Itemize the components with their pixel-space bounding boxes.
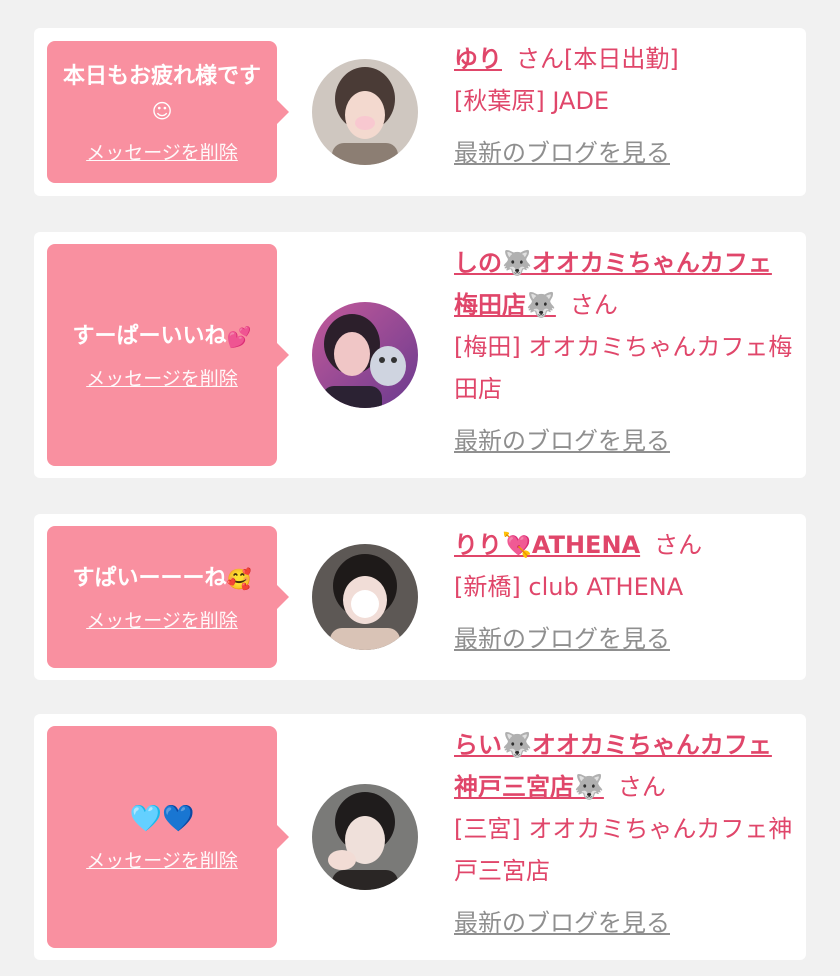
avatar[interactable]: [312, 544, 418, 650]
cast-name-link[interactable]: らい🐺オオカミちゃんカフェ神戸三宮店🐺: [454, 731, 772, 801]
shop-name: JADE: [552, 87, 610, 115]
message-bubble: 🩵💙 メッセージを削除: [47, 726, 289, 948]
avatar[interactable]: [312, 784, 418, 890]
cast-name-link[interactable]: ゆり: [454, 45, 502, 73]
cast-info: りり💘ATHENA さん [新橋] club ATHENA 最新のブログを見る: [454, 524, 794, 660]
area-label: [梅田]: [454, 333, 521, 361]
smiling-face-hearts-icon: 🥰: [226, 566, 252, 591]
latest-blog-link[interactable]: 最新のブログを見る: [454, 132, 670, 174]
message-text: 🩵💙: [130, 802, 195, 836]
message-card: 本日もお疲れ様です☺ メッセージを削除 ゆり さん[本日出勤] [秋葉原] JAD…: [34, 28, 806, 196]
delete-message-link[interactable]: メッセージを削除: [86, 138, 238, 165]
message-bubble: すーぱーいいね💕 メッセージを削除: [47, 244, 289, 466]
delete-message-link[interactable]: メッセージを削除: [86, 364, 238, 391]
message-text: 本日もお疲れ様です☺: [57, 60, 267, 128]
avatar[interactable]: [312, 302, 418, 408]
hearts-icon: 💕: [226, 324, 252, 349]
shop-name: club ATHENA: [528, 573, 684, 601]
avatar[interactable]: [312, 59, 418, 165]
latest-blog-link[interactable]: 最新のブログを見る: [454, 420, 670, 462]
cast-info: しの🐺オオカミちゃんカフェ梅田店🐺 さん [梅田] オオカミちゃんカフェ梅田店 最…: [454, 242, 794, 462]
honorific: さん: [654, 531, 703, 559]
latest-blog-link[interactable]: 最新のブログを見る: [454, 902, 670, 944]
area-label: [新橋]: [454, 573, 521, 601]
message-text: すぱいーーーね🥰: [73, 562, 252, 596]
message-bubble: 本日もお疲れ様です☺ メッセージを削除: [47, 41, 289, 183]
delete-message-link[interactable]: メッセージを削除: [86, 846, 238, 873]
cast-info: ゆり さん[本日出勤] [秋葉原] JADE 最新のブログを見る: [454, 38, 794, 174]
message-card: 🩵💙 メッセージを削除 らい🐺オオカミちゃんカフェ神戸三宮店🐺 さん [三宮] オ…: [34, 714, 806, 960]
message-card: すぱいーーーね🥰 メッセージを削除 りり💘ATHENA さん [新橋] club …: [34, 514, 806, 680]
hearts-icon: 🩵💙: [129, 803, 195, 834]
latest-blog-link[interactable]: 最新のブログを見る: [454, 618, 670, 660]
cast-name-link[interactable]: りり💘ATHENA: [454, 531, 640, 559]
message-text: すーぱーいいね💕: [73, 320, 252, 354]
message-bubble: すぱいーーーね🥰 メッセージを削除: [47, 526, 289, 668]
cast-info: らい🐺オオカミちゃんカフェ神戸三宮店🐺 さん [三宮] オオカミちゃんカフェ神戸三…: [454, 724, 794, 944]
honorific: さん: [617, 773, 666, 801]
delete-message-link[interactable]: メッセージを削除: [86, 606, 238, 633]
status-label: [本日出勤]: [564, 45, 679, 73]
honorific: さん: [569, 291, 618, 319]
area-label: [三宮]: [454, 815, 521, 843]
area-label: [秋葉原]: [454, 87, 545, 115]
smile-icon: ☺: [151, 98, 173, 123]
message-card: すーぱーいいね💕 メッセージを削除 しの🐺オオカミちゃんカフェ梅田店🐺 さん […: [34, 232, 806, 478]
honorific: さん: [516, 45, 564, 73]
